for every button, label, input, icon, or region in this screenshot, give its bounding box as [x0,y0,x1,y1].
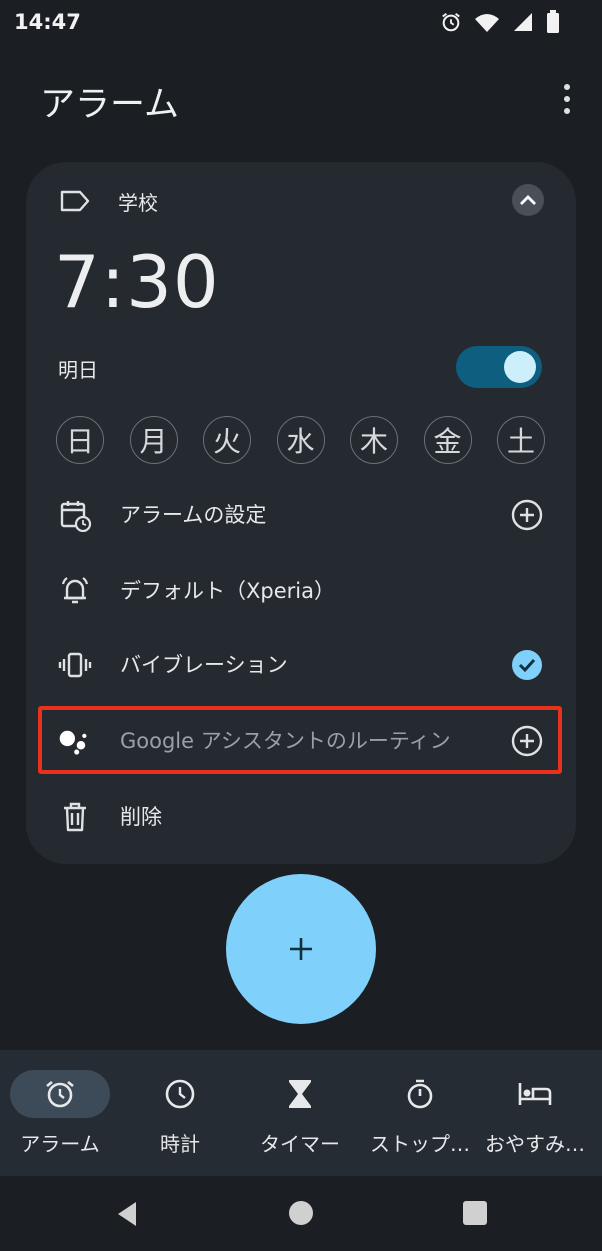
option-google-assistant[interactable]: Google アシスタントのルーティン [26,710,576,770]
status-icons [440,10,560,34]
calendar-clock-icon [58,498,92,532]
clock-icon [130,1070,230,1118]
option-label: バイブレーション [120,653,288,677]
day-friday[interactable]: 金 [423,416,472,464]
status-time: 14:47 [14,10,81,34]
bell-ringing-icon [58,574,92,608]
plus-icon [290,938,312,960]
page-title: アラーム [40,85,179,125]
signal-icon [514,13,532,31]
alarm-time[interactable]: 7:30 [54,240,220,324]
alarm-toggle[interactable] [456,346,542,388]
google-assistant-icon [58,724,92,758]
alarm-label-row[interactable]: 学校 [60,184,158,218]
bed-icon [485,1070,585,1118]
add-alarm-button[interactable] [226,874,376,1024]
option-label: アラームの設定 [120,503,267,527]
tab-clock[interactable]: 時計 [130,1050,230,1176]
home-icon[interactable] [288,1200,314,1226]
option-label: デフォルト（Xperia） [120,579,335,603]
nav-label: 時計 [160,1132,200,1156]
nav-label: タイマー [260,1132,340,1156]
back-icon[interactable] [114,1200,140,1228]
alarm-date: 明日 [58,358,98,382]
hourglass-icon [250,1070,350,1118]
more-vert-icon[interactable] [556,84,578,114]
stopwatch-icon [370,1070,470,1118]
system-navigation [0,1176,602,1251]
option-ringtone[interactable]: デフォルト（Xperia） [26,560,576,620]
battery-icon [547,10,559,33]
day-selector: 日 月 火 水 木 金 土 [56,416,545,464]
tab-stopwatch[interactable]: ストップ… [360,1050,480,1176]
alarm-icon [10,1070,110,1118]
day-wednesday[interactable]: 水 [276,416,325,464]
day-thursday[interactable]: 木 [350,416,398,464]
day-saturday[interactable]: 土 [497,416,545,464]
option-label: 削除 [120,805,162,829]
trash-icon [58,800,92,834]
nav-label: おやすみ… [485,1132,585,1156]
option-alarm-settings[interactable]: アラームの設定 [26,484,576,544]
chevron-up-icon [520,195,536,205]
toggle-knob [504,351,536,383]
collapse-button[interactable] [512,184,544,216]
tab-alarm[interactable]: アラーム [10,1050,110,1176]
alarm-label: 学校 [118,190,158,215]
option-delete[interactable]: 削除 [26,786,576,846]
vibration-icon [58,648,92,682]
nav-label: ストップ… [370,1132,470,1156]
day-monday[interactable]: 月 [129,416,178,464]
check-circle-icon[interactable] [510,648,544,682]
status-bar: 14:47 [0,0,602,50]
day-sunday[interactable]: 日 [56,416,104,464]
wifi-icon [475,14,499,32]
option-vibration[interactable]: バイブレーション [26,634,576,694]
alarm-card: 学校 7:30 明日 日 月 火 水 木 金 土 アラームの設定 デフォルト（X… [26,162,576,864]
tab-bedtime[interactable]: おやすみ… [480,1050,590,1176]
day-tuesday[interactable]: 火 [203,416,251,464]
alarm-icon [442,12,460,32]
bottom-navigation: アラーム 時計 タイマー ストップ… おやすみ… [0,1050,602,1176]
recents-icon[interactable] [462,1200,488,1226]
label-tag-icon [60,190,90,212]
add-circle-icon[interactable] [510,724,544,758]
option-label: Google アシスタントのルーティン [120,729,451,753]
nav-label: アラーム [20,1132,100,1156]
add-circle-icon[interactable] [510,498,544,532]
tab-timer[interactable]: タイマー [250,1050,350,1176]
